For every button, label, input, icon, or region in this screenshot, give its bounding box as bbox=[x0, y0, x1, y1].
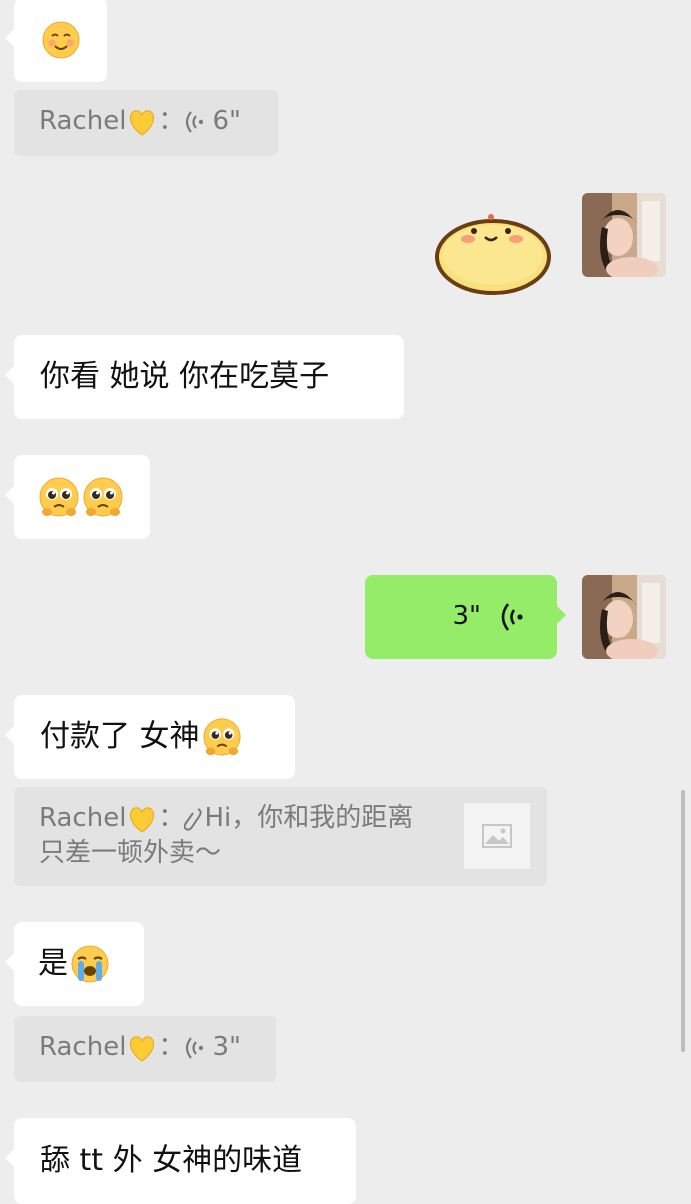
pleading-face-icon bbox=[202, 718, 241, 756]
pleading-face-icon bbox=[39, 477, 79, 517]
message-text: 付款了 女神 bbox=[40, 718, 200, 754]
image-placeholder-icon bbox=[482, 824, 512, 848]
quoted-voice-message[interactable]: Rachel ： 6" bbox=[14, 90, 278, 156]
voice-wave-icon bbox=[186, 1036, 204, 1059]
message-text: 舔 tt 外 女神的味道 bbox=[40, 1142, 303, 1178]
quote-sender: Rachel bbox=[39, 1032, 127, 1062]
incoming-message-emoji[interactable] bbox=[5, 0, 107, 82]
quote-sender: Rachel bbox=[39, 106, 127, 136]
outgoing-voice-message[interactable]: 3" bbox=[365, 575, 566, 659]
yellow-heart-icon bbox=[130, 1035, 155, 1062]
pleading-face-icon bbox=[83, 477, 123, 517]
incoming-message-emoji[interactable] bbox=[5, 455, 150, 539]
smiling-blush-emoji-icon bbox=[42, 21, 79, 59]
incoming-message-text[interactable]: 舔 tt 外 女神的味道 bbox=[5, 1118, 356, 1204]
yellow-heart-icon bbox=[130, 109, 155, 136]
chat-scrollbar[interactable] bbox=[681, 790, 685, 1052]
image-placeholder bbox=[464, 803, 530, 869]
loudly-crying-face-icon bbox=[71, 945, 109, 983]
quote-separator: ： bbox=[158, 106, 185, 136]
my-avatar[interactable] bbox=[582, 193, 666, 277]
quote-separator: ： bbox=[158, 803, 185, 833]
quote-link-title-line1: Hi，你和我的距离 bbox=[204, 803, 414, 833]
quoted-link-message[interactable]: Rachel ： Hi，你和我的距离 只差一顿外卖～ bbox=[14, 787, 547, 886]
quote-voice-duration: 3" bbox=[212, 1032, 241, 1062]
incoming-message-text[interactable]: 你看 她说 你在吃莫子 bbox=[5, 335, 404, 419]
yellow-heart-icon bbox=[130, 806, 155, 833]
incoming-message-text[interactable]: 是 bbox=[5, 922, 144, 1006]
bun-sticker-image bbox=[435, 214, 551, 295]
incoming-message-text[interactable]: 付款了 女神 bbox=[5, 695, 295, 779]
quoted-voice-message[interactable]: Rachel ： 3" bbox=[14, 1016, 276, 1082]
link-icon bbox=[184, 807, 203, 831]
quote-voice-duration: 6" bbox=[212, 106, 241, 136]
avatar-photo bbox=[582, 575, 666, 659]
my-avatar[interactable] bbox=[582, 575, 666, 659]
message-text: 是 bbox=[38, 945, 68, 981]
voice-wave-icon bbox=[186, 110, 204, 133]
voice-wave-icon bbox=[501, 603, 523, 631]
outgoing-sticker[interactable] bbox=[430, 205, 560, 297]
message-text: 你看 她说 你在吃莫子 bbox=[40, 358, 330, 394]
quote-sender: Rachel bbox=[39, 803, 127, 833]
voice-duration: 3" bbox=[452, 601, 481, 632]
avatar-photo bbox=[582, 193, 666, 277]
quote-separator: ： bbox=[158, 1032, 185, 1062]
